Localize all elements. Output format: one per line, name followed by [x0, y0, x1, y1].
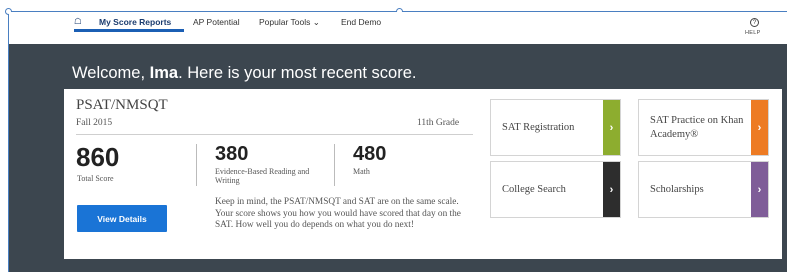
ebrw-score-value: 380: [215, 143, 249, 165]
math-score-label: Math: [353, 167, 370, 176]
chevron-right-icon[interactable]: ›: [751, 100, 768, 155]
nav-my-score-reports[interactable]: My Score Reports: [99, 17, 171, 27]
grade-level: 11th Grade: [417, 118, 460, 128]
score-note: Keep in mind, the PSAT/NMSQT and SAT are…: [215, 197, 461, 230]
chevron-right-icon[interactable]: ›: [603, 100, 620, 155]
math-score-value: 480: [353, 143, 387, 165]
card-khan-academy[interactable]: SAT Practice on Khan Academy® ›: [638, 99, 769, 156]
divider: [76, 134, 473, 135]
exam-term: Fall 2015: [76, 118, 113, 128]
student-name: Ima: [149, 64, 179, 82]
nav-ap-potential[interactable]: AP Potential: [193, 17, 240, 27]
total-score-value: 860: [76, 142, 120, 172]
card-college-search[interactable]: College Search ›: [490, 161, 621, 218]
nav-end-demo[interactable]: End Demo: [341, 17, 381, 27]
card-scholarships[interactable]: Scholarships ›: [638, 161, 769, 218]
home-icon[interactable]: ☖: [74, 16, 82, 27]
question-circle-icon[interactable]: ?: [750, 18, 759, 27]
active-tab-indicator: [74, 29, 184, 32]
chevron-right-icon[interactable]: ›: [603, 162, 620, 217]
card-label: College Search: [502, 184, 566, 195]
total-score-label: Total Score: [77, 174, 114, 183]
exam-title: PSAT/NMSQT: [76, 97, 168, 113]
chevron-right-icon[interactable]: ›: [751, 162, 768, 217]
help-label[interactable]: HELP: [745, 30, 761, 36]
card-label: SAT Registration: [502, 122, 575, 133]
card-sat-registration[interactable]: SAT Registration ›: [490, 99, 621, 156]
card-label: SAT Practice on Khan Academy®: [650, 115, 744, 140]
welcome-heading: Welcome, Ima. Here is your most recent s…: [72, 64, 417, 82]
nav-popular-tools[interactable]: Popular Tools ⌄: [259, 17, 320, 28]
view-details-button[interactable]: View Details: [77, 205, 167, 232]
card-label: Scholarships: [650, 184, 704, 195]
divider: [196, 144, 197, 186]
divider: [334, 144, 335, 186]
ebrw-score-label: Evidence-Based Reading and Writing: [215, 167, 310, 185]
